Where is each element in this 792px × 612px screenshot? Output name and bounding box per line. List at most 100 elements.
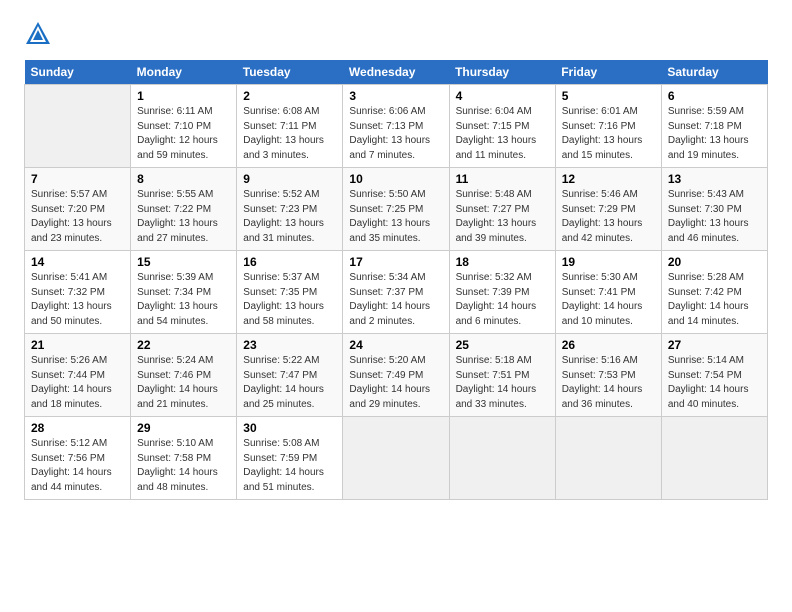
day-number: 8	[137, 172, 230, 186]
day-number: 16	[243, 255, 336, 269]
calendar-cell: 15 Sunrise: 5:39 AMSunset: 7:34 PMDayligh…	[131, 251, 237, 334]
day-info: Sunrise: 5:20 AMSunset: 7:49 PMDaylight:…	[349, 354, 442, 412]
day-info: Sunrise: 5:16 AMSunset: 7:53 PMDaylight:…	[562, 354, 655, 412]
day-info: Sunrise: 5:52 AMSunset: 7:23 PMDaylight:…	[243, 188, 336, 246]
day-info: Sunrise: 5:32 AMSunset: 7:39 PMDaylight:…	[456, 271, 549, 329]
calendar-week-1: 1 Sunrise: 6:11 AMSunset: 7:10 PMDaylight…	[25, 85, 768, 168]
calendar-cell: 21 Sunrise: 5:26 AMSunset: 7:44 PMDayligh…	[25, 334, 131, 417]
col-header-monday: Monday	[131, 60, 237, 85]
day-info: Sunrise: 5:59 AMSunset: 7:18 PMDaylight:…	[668, 105, 761, 163]
day-info: Sunrise: 5:46 AMSunset: 7:29 PMDaylight:…	[562, 188, 655, 246]
calendar-week-5: 28 Sunrise: 5:12 AMSunset: 7:56 PMDayligh…	[25, 417, 768, 500]
calendar-cell: 4 Sunrise: 6:04 AMSunset: 7:15 PMDaylight…	[449, 85, 555, 168]
day-info: Sunrise: 5:30 AMSunset: 7:41 PMDaylight:…	[562, 271, 655, 329]
day-number: 4	[456, 89, 549, 103]
day-number: 15	[137, 255, 230, 269]
logo	[24, 20, 56, 48]
calendar-cell: 14 Sunrise: 5:41 AMSunset: 7:32 PMDayligh…	[25, 251, 131, 334]
calendar-table: SundayMondayTuesdayWednesdayThursdayFrid…	[24, 60, 768, 500]
day-info: Sunrise: 5:24 AMSunset: 7:46 PMDaylight:…	[137, 354, 230, 412]
calendar-cell	[25, 85, 131, 168]
calendar-week-3: 14 Sunrise: 5:41 AMSunset: 7:32 PMDayligh…	[25, 251, 768, 334]
calendar-cell: 30 Sunrise: 5:08 AMSunset: 7:59 PMDayligh…	[237, 417, 343, 500]
day-info: Sunrise: 5:28 AMSunset: 7:42 PMDaylight:…	[668, 271, 761, 329]
day-number: 2	[243, 89, 336, 103]
day-number: 17	[349, 255, 442, 269]
calendar-cell: 22 Sunrise: 5:24 AMSunset: 7:46 PMDayligh…	[131, 334, 237, 417]
day-number: 1	[137, 89, 230, 103]
col-header-sunday: Sunday	[25, 60, 131, 85]
calendar-cell: 3 Sunrise: 6:06 AMSunset: 7:13 PMDaylight…	[343, 85, 449, 168]
day-number: 10	[349, 172, 442, 186]
day-number: 9	[243, 172, 336, 186]
day-info: Sunrise: 5:55 AMSunset: 7:22 PMDaylight:…	[137, 188, 230, 246]
calendar-week-2: 7 Sunrise: 5:57 AMSunset: 7:20 PMDaylight…	[25, 168, 768, 251]
day-number: 27	[668, 338, 761, 352]
col-header-thursday: Thursday	[449, 60, 555, 85]
calendar-cell	[449, 417, 555, 500]
day-info: Sunrise: 6:01 AMSunset: 7:16 PMDaylight:…	[562, 105, 655, 163]
calendar-cell: 13 Sunrise: 5:43 AMSunset: 7:30 PMDayligh…	[661, 168, 767, 251]
calendar-cell: 6 Sunrise: 5:59 AMSunset: 7:18 PMDaylight…	[661, 85, 767, 168]
calendar-cell	[343, 417, 449, 500]
day-info: Sunrise: 5:37 AMSunset: 7:35 PMDaylight:…	[243, 271, 336, 329]
calendar-cell: 29Sunrise: 5:10 AMSunset: 7:58 PMDayligh…	[131, 417, 237, 500]
day-number: 14	[31, 255, 124, 269]
day-number: 21	[31, 338, 124, 352]
calendar-week-4: 21 Sunrise: 5:26 AMSunset: 7:44 PMDayligh…	[25, 334, 768, 417]
day-info: Sunrise: 5:14 AMSunset: 7:54 PMDaylight:…	[668, 354, 761, 412]
day-number: 22	[137, 338, 230, 352]
calendar-cell: 25 Sunrise: 5:18 AMSunset: 7:51 PMDayligh…	[449, 334, 555, 417]
calendar-cell: 12 Sunrise: 5:46 AMSunset: 7:29 PMDayligh…	[555, 168, 661, 251]
col-header-saturday: Saturday	[661, 60, 767, 85]
col-header-wednesday: Wednesday	[343, 60, 449, 85]
day-info: Sunrise: 5:48 AMSunset: 7:27 PMDaylight:…	[456, 188, 549, 246]
calendar-cell: 17 Sunrise: 5:34 AMSunset: 7:37 PMDayligh…	[343, 251, 449, 334]
calendar-cell: 10Sunrise: 5:50 AMSunset: 7:25 PMDayligh…	[343, 168, 449, 251]
day-info: Sunrise: 5:43 AMSunset: 7:30 PMDaylight:…	[668, 188, 761, 246]
day-info: Sunrise: 6:11 AMSunset: 7:10 PMDaylight:…	[137, 105, 230, 163]
day-number: 29	[137, 421, 230, 435]
day-number: 3	[349, 89, 442, 103]
day-number: 26	[562, 338, 655, 352]
day-number: 24	[349, 338, 442, 352]
day-info: Sunrise: 5:39 AMSunset: 7:34 PMDaylight:…	[137, 271, 230, 329]
day-number: 25	[456, 338, 549, 352]
day-number: 19	[562, 255, 655, 269]
day-info: Sunrise: 5:26 AMSunset: 7:44 PMDaylight:…	[31, 354, 124, 412]
day-info: Sunrise: 6:04 AMSunset: 7:15 PMDaylight:…	[456, 105, 549, 163]
day-info: Sunrise: 5:57 AMSunset: 7:20 PMDaylight:…	[31, 188, 124, 246]
day-info: Sunrise: 6:08 AMSunset: 7:11 PMDaylight:…	[243, 105, 336, 163]
calendar-cell: 5 Sunrise: 6:01 AMSunset: 7:16 PMDaylight…	[555, 85, 661, 168]
day-info: Sunrise: 5:18 AMSunset: 7:51 PMDaylight:…	[456, 354, 549, 412]
day-number: 5	[562, 89, 655, 103]
day-number: 6	[668, 89, 761, 103]
calendar-cell: 24 Sunrise: 5:20 AMSunset: 7:49 PMDayligh…	[343, 334, 449, 417]
day-info: Sunrise: 5:12 AMSunset: 7:56 PMDaylight:…	[31, 437, 124, 495]
calendar-cell: 1 Sunrise: 6:11 AMSunset: 7:10 PMDaylight…	[131, 85, 237, 168]
day-number: 18	[456, 255, 549, 269]
col-header-tuesday: Tuesday	[237, 60, 343, 85]
calendar-cell: 9 Sunrise: 5:52 AMSunset: 7:23 PMDaylight…	[237, 168, 343, 251]
calendar-cell: 2 Sunrise: 6:08 AMSunset: 7:11 PMDaylight…	[237, 85, 343, 168]
day-info: Sunrise: 5:41 AMSunset: 7:32 PMDaylight:…	[31, 271, 124, 329]
calendar-cell: 11Sunrise: 5:48 AMSunset: 7:27 PMDayligh…	[449, 168, 555, 251]
day-info: Sunrise: 5:22 AMSunset: 7:47 PMDaylight:…	[243, 354, 336, 412]
calendar-cell	[661, 417, 767, 500]
day-number: 12	[562, 172, 655, 186]
day-number: 30	[243, 421, 336, 435]
page: SundayMondayTuesdayWednesdayThursdayFrid…	[0, 0, 792, 612]
calendar-cell: 27 Sunrise: 5:14 AMSunset: 7:54 PMDayligh…	[661, 334, 767, 417]
day-info: Sunrise: 6:06 AMSunset: 7:13 PMDaylight:…	[349, 105, 442, 163]
calendar-cell: 26 Sunrise: 5:16 AMSunset: 7:53 PMDayligh…	[555, 334, 661, 417]
day-number: 13	[668, 172, 761, 186]
day-number: 7	[31, 172, 124, 186]
day-info: Sunrise: 5:08 AMSunset: 7:59 PMDaylight:…	[243, 437, 336, 495]
calendar-cell	[555, 417, 661, 500]
calendar-cell: 7 Sunrise: 5:57 AMSunset: 7:20 PMDaylight…	[25, 168, 131, 251]
day-number: 23	[243, 338, 336, 352]
day-number: 28	[31, 421, 124, 435]
calendar-cell: 28 Sunrise: 5:12 AMSunset: 7:56 PMDayligh…	[25, 417, 131, 500]
header	[24, 20, 768, 48]
day-info: Sunrise: 5:34 AMSunset: 7:37 PMDaylight:…	[349, 271, 442, 329]
